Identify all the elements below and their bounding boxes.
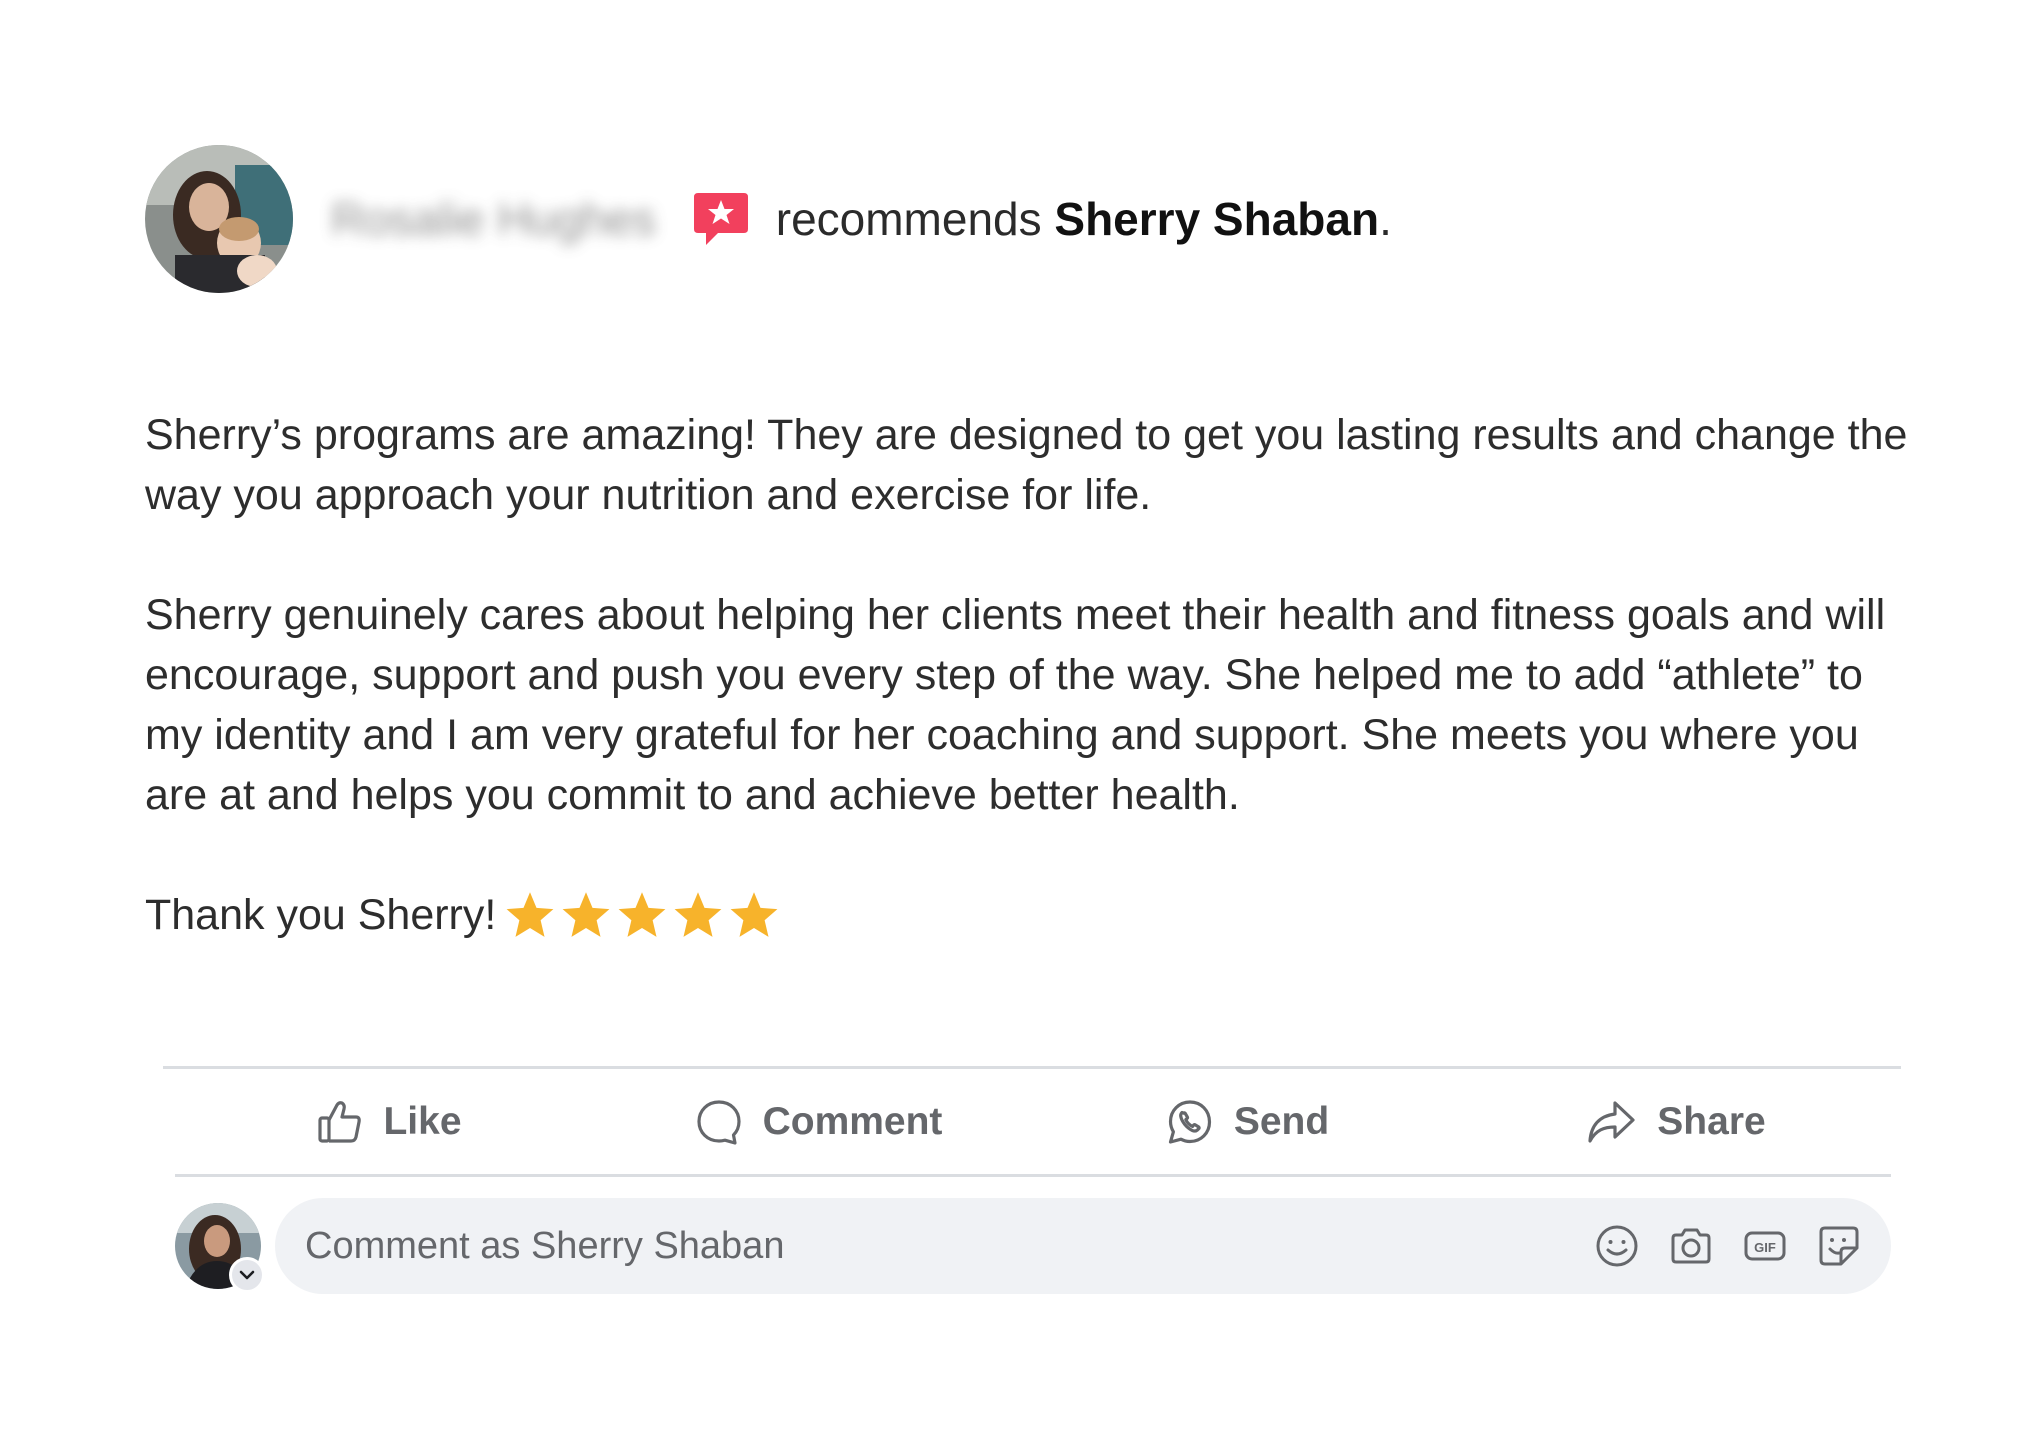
like-button[interactable]: Like: [175, 1070, 604, 1174]
review-thanks-line: Thank you Sherry!: [145, 885, 1925, 945]
send-label: Send: [1233, 1100, 1330, 1143]
comment-input[interactable]: [305, 1224, 1595, 1268]
my-avatar-wrapper[interactable]: [175, 1203, 265, 1293]
camera-icon[interactable]: [1669, 1224, 1713, 1268]
star-icon: [506, 892, 554, 937]
review-paragraph-2: Sherry genuinely cares about helping her…: [145, 591, 1886, 819]
star-icon: [730, 892, 778, 937]
post-header: Rosalie Hughes recommends Sherry Shaban.: [145, 145, 1392, 293]
reviewer-name[interactable]: Rosalie Hughes: [331, 192, 656, 246]
comment-bubble-icon: [696, 1100, 741, 1145]
star-icon: [618, 892, 666, 937]
recommended-page-name[interactable]: Sherry Shaban: [1054, 193, 1379, 245]
reviewer-avatar[interactable]: [145, 145, 293, 293]
like-label: Like: [383, 1100, 462, 1143]
comment-button[interactable]: Comment: [604, 1070, 1033, 1174]
whatsapp-icon: [1168, 1100, 1211, 1144]
emoji-icon[interactable]: [1595, 1224, 1639, 1268]
sticker-icon[interactable]: [1817, 1224, 1861, 1268]
star-rating: [504, 889, 780, 941]
share-button[interactable]: Share: [1462, 1070, 1891, 1174]
action-bar: Like Comment Send Share: [175, 1070, 1891, 1174]
share-arrow-icon: [1588, 1101, 1635, 1143]
thumbs-up-icon: [318, 1101, 362, 1143]
star-icon: [674, 892, 722, 937]
chevron-down-icon[interactable]: [229, 1257, 265, 1293]
share-label: Share: [1657, 1100, 1766, 1143]
comment-composer: GIF: [175, 1198, 1891, 1294]
gif-icon[interactable]: GIF: [1743, 1224, 1787, 1268]
review-paragraph-1: Sherry’s programs are amazing! They are …: [145, 411, 1908, 519]
action-bar-divider-top: [163, 1066, 1901, 1069]
review-thanks-text: Thank you Sherry!: [145, 891, 497, 939]
svg-text:GIF: GIF: [1754, 1240, 1776, 1255]
recommendation-icon: [692, 191, 750, 247]
recommend-verb: recommends: [775, 193, 1042, 245]
star-icon: [562, 892, 610, 937]
comment-box[interactable]: GIF: [275, 1198, 1891, 1294]
send-button[interactable]: Send: [1033, 1070, 1462, 1174]
recommendation-text: recommends Sherry Shaban.: [776, 192, 1392, 246]
review-body: Sherry’s programs are amazing! They are …: [145, 405, 1925, 945]
comment-tools: GIF: [1595, 1224, 1861, 1268]
recommend-period: .: [1379, 193, 1392, 245]
action-bar-divider-bottom: [175, 1174, 1891, 1177]
comment-label: Comment: [762, 1100, 943, 1143]
